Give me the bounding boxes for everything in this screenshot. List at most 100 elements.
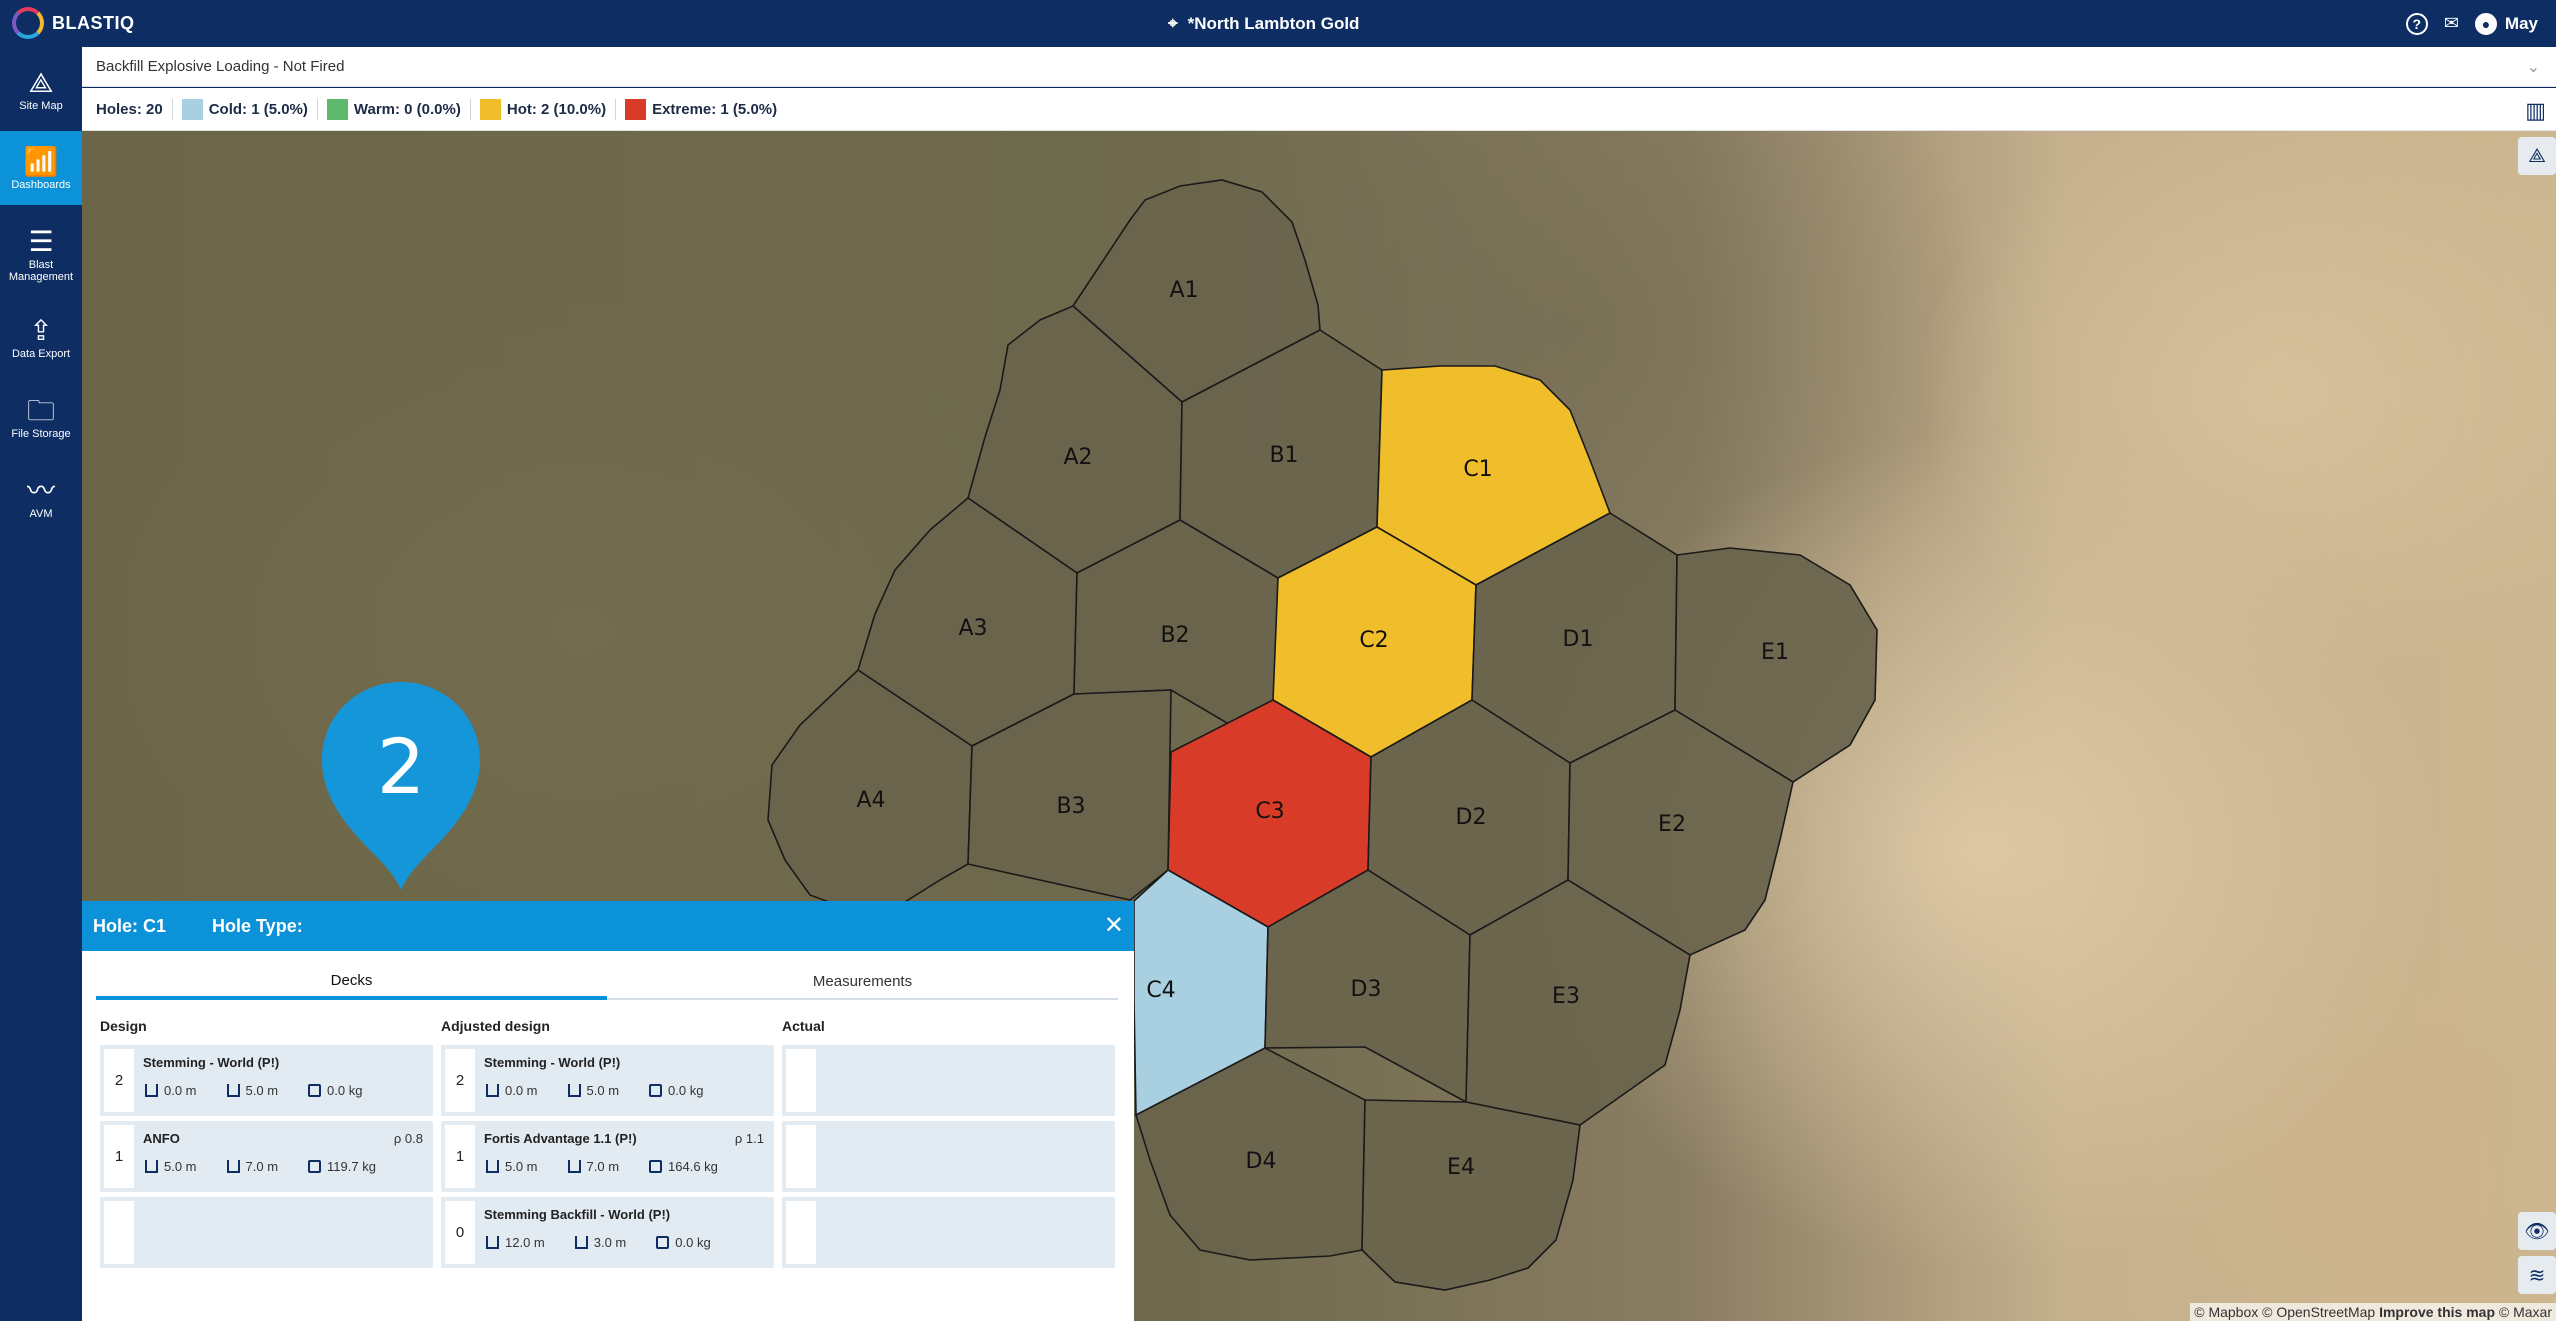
deck-length: 5.0 m (567, 1083, 619, 1098)
deck-depth-value: 5.0 m (505, 1159, 538, 1174)
hole-label: B2 (1160, 623, 1189, 648)
hole-type-label: Hole Type: (212, 915, 303, 936)
legend-item-extreme[interactable]: Extreme: 1 (5.0%) (615, 98, 786, 120)
deck-product: Stemming - World (P!) (484, 1055, 621, 1070)
hole-label: A4 (856, 788, 885, 813)
tab-decks[interactable]: Decks (96, 964, 607, 1000)
attribution-osm[interactable]: © OpenStreetMap (2262, 1304, 2375, 1320)
sidebar-item-dashboards[interactable]: 📶 Dashboards (0, 131, 82, 205)
deck-row-empty (100, 1197, 433, 1268)
deck-depth-value: 0.0 m (505, 1083, 538, 1098)
deck-number: 2 (445, 1049, 475, 1112)
length-icon (567, 1084, 581, 1097)
deck-depth-value: 0.0 m (164, 1083, 197, 1098)
hole-label: D2 (1456, 805, 1487, 830)
dashboard-select-value: Backfill Explosive Loading - Not Fired (96, 58, 345, 75)
deck-length-value: 5.0 m (245, 1083, 279, 1098)
deck-number (786, 1201, 816, 1264)
depth-icon (145, 1160, 158, 1173)
data-export-icon: ⇪ (29, 315, 53, 346)
legend-swatch (326, 98, 348, 120)
length-icon (567, 1160, 581, 1173)
deck-mass: 119.7 kg (308, 1159, 376, 1174)
sidebar-item-blast-management[interactable]: ☰ Blast Management (0, 209, 82, 299)
legend-item-hot[interactable]: Hot: 2 (10.0%) (469, 98, 615, 120)
deck-length-value: 7.0 m (586, 1159, 620, 1174)
sidebar-item-site-map[interactable]: ⟁ Site Map (0, 52, 82, 126)
sidebar: ⟁ Site Map 📶 Dashboards ☰ Blast Manageme… (0, 47, 82, 1321)
deck-depth: 0.0 m (486, 1083, 538, 1098)
deck-row-empty (782, 1197, 1115, 1268)
map-view-toggle-button[interactable]: ⟁ (2518, 137, 2556, 175)
tab-measurements[interactable]: Measurements (607, 964, 1118, 998)
map-marker-pin[interactable]: 2 (320, 680, 482, 892)
deck-product: Fortis Advantage 1.1 (P!) (484, 1131, 637, 1146)
legend-item-cold[interactable]: Cold: 1 (5.0%) (171, 98, 317, 120)
deck-meta: 5.0 m 7.0 m 164.6 kg (486, 1159, 718, 1174)
deck-number: 1 (445, 1125, 475, 1188)
layers-icon: ≋ (2528, 1264, 2546, 1287)
user-name: May (2504, 13, 2538, 33)
deck-product: Stemming Backfill - World (P!) (484, 1207, 671, 1222)
attribution-improve-link[interactable]: Improve this map (2379, 1304, 2495, 1320)
site-map-icon: ⟁ (28, 67, 54, 98)
deck-row[interactable]: 1 Fortis Advantage 1.1 (P!) ρ 1.1 5.0 m … (441, 1121, 774, 1192)
hole-label: B1 (1269, 443, 1298, 468)
deck-row[interactable]: 2 Stemming - World (P!) 0.0 m 5.0 m 0.0 … (100, 1045, 433, 1116)
visibility-button[interactable]: 👁 (2518, 1212, 2556, 1250)
depth-icon (486, 1236, 499, 1249)
sidebar-item-label: AVM (29, 508, 53, 520)
eye-icon: 👁 (2524, 1220, 2550, 1243)
blastiq-logo-icon (12, 7, 44, 39)
deck-mass-value: 164.6 kg (668, 1159, 718, 1174)
help-icon[interactable]: ? (2405, 12, 2428, 35)
hole-label: E3 (1552, 984, 1580, 1009)
feedback-icon[interactable]: ✉ (2444, 13, 2459, 34)
deck-row[interactable]: 2 Stemming - World (P!) 0.0 m 5.0 m 0.0 … (441, 1045, 774, 1116)
user-menu[interactable]: ● May (2474, 12, 2538, 35)
deck-row[interactable]: 1 ANFO ρ 0.8 5.0 m 7.0 m 119.7 kg (100, 1121, 433, 1192)
file-storage-icon: 🗀 (26, 395, 55, 426)
attribution-maxar[interactable]: © Maxar (2499, 1304, 2552, 1320)
deck-product: Stemming - World (P!) (143, 1055, 280, 1070)
logo-text: BLASTIQ (52, 12, 135, 33)
hole-E4[interactable] (1361, 1099, 1581, 1291)
dashboard-select[interactable]: Backfill Explosive Loading - Not Fired ⌄ (82, 47, 2556, 87)
deck-mass: 0.0 kg (656, 1235, 711, 1250)
panel-tabs: Decks Measurements (96, 964, 1118, 1000)
hole-label: C1 (1463, 457, 1492, 482)
sidebar-item-label: Site Map (19, 100, 63, 112)
top-bar: BLASTIQ ⌖ *North Lambton Gold ? ✉ ● May (0, 0, 2556, 47)
actual-column: Actual (782, 1018, 1115, 1268)
legend-holes-count: Holes: 20 (96, 101, 172, 118)
deck-mass-value: 119.7 kg (327, 1159, 376, 1174)
app-logo[interactable]: BLASTIQ (12, 6, 135, 40)
legend-label: Cold: 1 (5.0%) (208, 100, 308, 118)
legend-swatch (181, 98, 203, 120)
site-selector[interactable]: ⌖ *North Lambton Gold (1168, 0, 1359, 47)
sidebar-item-avm[interactable]: 〰 AVM (0, 460, 82, 534)
close-icon[interactable]: ✕ (1104, 911, 1124, 940)
legend-swatch (625, 98, 647, 120)
deck-row[interactable]: 0 Stemming Backfill - World (P!) 12.0 m … (441, 1197, 774, 1268)
legend-item-warm[interactable]: Warm: 0 (0.0%) (316, 98, 470, 120)
layers-button[interactable]: ≋ (2518, 1256, 2556, 1294)
deck-depth: 12.0 m (486, 1235, 545, 1250)
deck-depth: 5.0 m (486, 1159, 538, 1174)
deck-number (104, 1201, 134, 1264)
deck-mass: 0.0 kg (649, 1083, 703, 1098)
sidebar-item-data-export[interactable]: ⇪ Data Export (0, 300, 82, 374)
attribution-mapbox[interactable]: © Mapbox (2194, 1304, 2258, 1320)
deck-density: ρ 1.1 (734, 1131, 764, 1146)
deck-mass-value: 0.0 kg (327, 1083, 363, 1098)
length-icon (226, 1160, 240, 1173)
deck-length-value: 7.0 m (245, 1159, 279, 1174)
sidebar-item-label: Blast Management (8, 259, 74, 283)
chevron-down-icon[interactable]: ⌄ (2527, 57, 2540, 77)
hole-id-label: Hole: C1 (93, 915, 167, 936)
dashboards-icon: 📶 (23, 146, 59, 177)
sidebar-item-file-storage[interactable]: 🗀 File Storage (0, 380, 82, 454)
book-icon[interactable]: ▥ (2525, 98, 2546, 124)
deck-mass-value: 0.0 kg (668, 1083, 704, 1098)
hole-label: A1 (1169, 278, 1198, 303)
